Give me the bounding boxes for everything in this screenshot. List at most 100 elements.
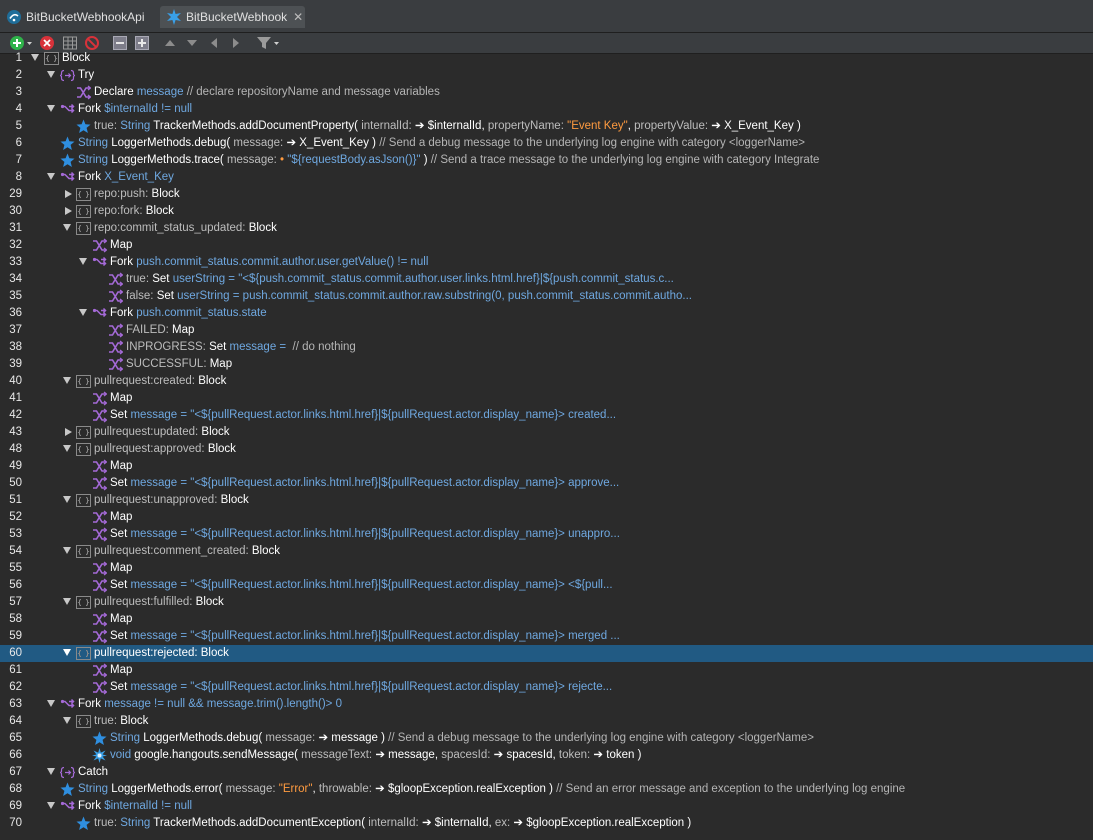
collapse-arrow-icon[interactable] xyxy=(31,54,39,61)
tree-row[interactable]: 41 Map xyxy=(0,390,1093,407)
collapse-arrow-icon[interactable] xyxy=(63,547,71,554)
tree-row[interactable]: 69 Fork $internalId != null xyxy=(0,798,1093,815)
line-number: 33 xyxy=(9,256,22,268)
collapse-arrow-icon[interactable] xyxy=(47,802,55,809)
service-step-icon xyxy=(92,731,107,746)
tree-row[interactable]: 29 repo:push: Block xyxy=(0,186,1093,203)
tree-row[interactable]: 62 Set message = "<${pullRequest.actor.li… xyxy=(0,679,1093,696)
tree-row[interactable]: 2 Try xyxy=(0,67,1093,84)
tree-row[interactable]: 39 SUCCESSFUL: Map xyxy=(0,356,1093,373)
move-up-icon[interactable] xyxy=(162,35,178,51)
tree-row[interactable]: 58 Map xyxy=(0,611,1093,628)
tree-row[interactable]: 56 Set message = "<${pullRequest.actor.li… xyxy=(0,577,1093,594)
collapse-arrow-icon[interactable] xyxy=(63,445,71,452)
move-right-icon[interactable] xyxy=(228,35,244,51)
tree-row[interactable]: 43 pullrequest:updated: Block xyxy=(0,424,1093,441)
token: message = "<${pullRequest.actor.links.ht… xyxy=(130,528,620,540)
row-text: Declare message // declare repositoryNam… xyxy=(94,84,440,101)
tree-row[interactable]: 8 Fork X_Event_Key xyxy=(0,169,1093,186)
map-step-icon xyxy=(108,272,123,287)
tree-row[interactable]: 4 Fork $internalId != null xyxy=(0,101,1093,118)
tree-row[interactable]: 33 Fork push.commit_status.commit.author.… xyxy=(0,254,1093,271)
tree-row[interactable]: 7 String LoggerMethods.trace( message: • … xyxy=(0,152,1093,169)
line-number: 59 xyxy=(9,630,22,642)
map-step-icon xyxy=(92,510,107,525)
collapse-arrow-icon[interactable] xyxy=(63,649,71,656)
tree-row[interactable]: 53 Set message = "<${pullRequest.actor.li… xyxy=(0,526,1093,543)
tree-row[interactable]: 52 Map xyxy=(0,509,1093,526)
tree-row[interactable]: 49 Map xyxy=(0,458,1093,475)
collapse-arrow-icon[interactable] xyxy=(79,309,87,316)
token: "${requestBody.asJson()}" xyxy=(287,154,421,166)
token: Block xyxy=(201,426,230,438)
token: false: xyxy=(126,290,157,302)
collapse-arrow-icon[interactable] xyxy=(47,700,55,707)
tree-row[interactable]: 60 pullrequest:rejected: Block xyxy=(0,645,1093,662)
collapse-arrow-icon[interactable] xyxy=(47,173,55,180)
grid-icon[interactable] xyxy=(62,35,78,51)
tree-row[interactable]: 63 Fork message != null && message.trim()… xyxy=(0,696,1093,713)
tree-row[interactable]: 34 true: Set userString = "<${push.commit… xyxy=(0,271,1093,288)
collapse-arrow-icon[interactable] xyxy=(63,224,71,231)
tree-row[interactable]: 5 true: String TrackerMethods.addDocument… xyxy=(0,118,1093,135)
token: message != null && message.trim().length… xyxy=(104,698,342,710)
tree-row[interactable]: 38 INPROGRESS: Set message = // do nothin… xyxy=(0,339,1093,356)
tree-row[interactable]: 1 Block xyxy=(0,50,1093,67)
tab-bitbucketwebhook[interactable]: BitBucketWebhook ✕ xyxy=(160,6,305,28)
filter-icon[interactable] xyxy=(256,35,282,51)
expand-arrow-icon[interactable] xyxy=(65,428,72,436)
token: userString = "<${push.commit_status.comm… xyxy=(172,273,674,285)
collapse-arrow-icon[interactable] xyxy=(47,105,55,112)
expand-arrow-icon[interactable] xyxy=(65,207,72,215)
collapse-icon[interactable] xyxy=(112,35,128,51)
tab-bitbucketwebhookapi[interactable]: BitBucketWebhookApi xyxy=(6,6,145,28)
tree-row[interactable]: 48 pullrequest:approved: Block xyxy=(0,441,1093,458)
move-down-icon[interactable] xyxy=(184,35,200,51)
disable-icon[interactable] xyxy=(84,35,100,51)
tree-row[interactable]: 70 true: String TrackerMethods.addDocumen… xyxy=(0,815,1093,832)
code-tree[interactable]: 1 Block 2 Try 3 Declare message // declare re… xyxy=(0,52,1093,840)
token: ➔ $gloopException.realException ) xyxy=(375,783,557,795)
row-text: Catch xyxy=(78,764,108,781)
tree-row[interactable]: 67 Catch xyxy=(0,764,1093,781)
expand-icon[interactable] xyxy=(134,35,150,51)
add-icon[interactable] xyxy=(9,35,33,51)
tree-row[interactable]: 61 Map xyxy=(0,662,1093,679)
tree-row[interactable]: 36 Fork push.commit_status.state xyxy=(0,305,1093,322)
collapse-arrow-icon[interactable] xyxy=(63,496,71,503)
tree-row[interactable]: 51 pullrequest:unapproved: Block xyxy=(0,492,1093,509)
tree-row[interactable]: 66 void google.hangouts.sendMessage( mess… xyxy=(0,747,1093,764)
collapse-arrow-icon[interactable] xyxy=(63,717,71,724)
tree-row[interactable]: 55 Map xyxy=(0,560,1093,577)
tree-row[interactable]: 50 Set message = "<${pullRequest.actor.li… xyxy=(0,475,1093,492)
move-left-icon[interactable] xyxy=(206,35,222,51)
tree-row[interactable]: 42 Set message = "<${pullRequest.actor.li… xyxy=(0,407,1093,424)
line-number: 30 xyxy=(9,205,22,217)
tree-row[interactable]: 35 false: Set userString = push.commit_st… xyxy=(0,288,1093,305)
expand-arrow-icon[interactable] xyxy=(65,190,72,198)
tree-row[interactable]: 59 Set message = "<${pullRequest.actor.li… xyxy=(0,628,1093,645)
tree-row[interactable]: 64 true: Block xyxy=(0,713,1093,730)
collapse-arrow-icon[interactable] xyxy=(63,377,71,384)
collapse-arrow-icon[interactable] xyxy=(79,258,87,265)
tree-row[interactable]: 30 repo:fork: Block xyxy=(0,203,1093,220)
tree-row[interactable]: 6 String LoggerMethods.debug( message: ➔ … xyxy=(0,135,1093,152)
collapse-arrow-icon[interactable] xyxy=(47,768,55,775)
tree-row[interactable]: 54 pullrequest:comment_created: Block xyxy=(0,543,1093,560)
remove-icon[interactable] xyxy=(39,35,55,51)
tree-row[interactable]: 37 FAILED: Map xyxy=(0,322,1093,339)
token: Fork xyxy=(78,800,105,812)
tree-row[interactable]: 3 Declare message // declare repositoryNa… xyxy=(0,84,1093,101)
tree-row[interactable]: 40 pullrequest:created: Block xyxy=(0,373,1093,390)
token: push.commit_status.state xyxy=(136,307,267,319)
close-icon[interactable]: ✕ xyxy=(293,10,303,24)
collapse-arrow-icon[interactable] xyxy=(63,598,71,605)
token: Map xyxy=(172,324,195,336)
tree-row[interactable]: 31 repo:commit_status_updated: Block xyxy=(0,220,1093,237)
token: ➔ X_Event_Key ) xyxy=(286,137,380,149)
collapse-arrow-icon[interactable] xyxy=(47,71,55,78)
tree-row[interactable]: 65 String LoggerMethods.debug( message: ➔… xyxy=(0,730,1093,747)
tree-row[interactable]: 57 pullrequest:fulfilled: Block xyxy=(0,594,1093,611)
tree-row[interactable]: 68 String LoggerMethods.error( message: "… xyxy=(0,781,1093,798)
tree-row[interactable]: 32 Map xyxy=(0,237,1093,254)
